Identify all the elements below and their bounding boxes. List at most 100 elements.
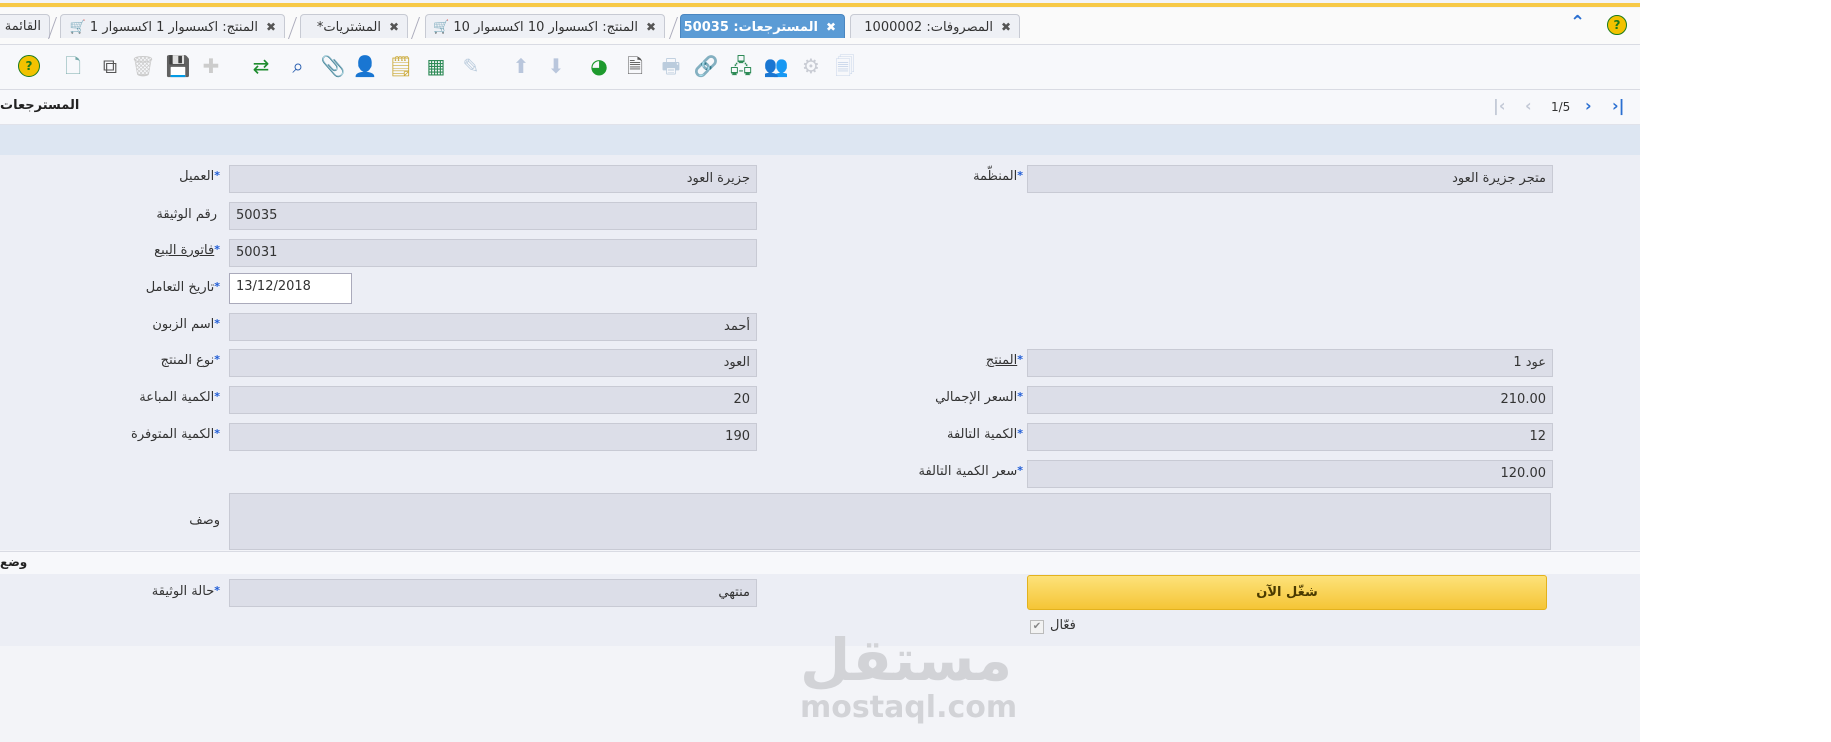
status-section-header[interactable]: وضع <box>0 551 1640 575</box>
tab-product-accessory-10[interactable]: ✖ المنتج: اكسسوار 10 اكسسوار 10 🛒 <box>425 14 665 38</box>
delete-icon[interactable]: 🗑 <box>130 53 156 79</box>
tab-label: المصروفات: 1000002 <box>864 20 993 35</box>
organization-label: *المنظّمة <box>973 169 1023 184</box>
required-marker: * <box>1017 464 1023 477</box>
accent-strip <box>0 3 1640 7</box>
tab-separator <box>668 17 679 39</box>
archive-icon[interactable]: 🗎 <box>622 53 648 79</box>
close-icon[interactable]: ✖ <box>389 20 399 34</box>
tab-label: المنتج: اكسسوار 1 اكسسوار 1 <box>89 20 258 35</box>
tab-separator <box>410 17 421 39</box>
document-no-field[interactable]: 50035 <box>229 202 757 230</box>
description-label: وصف <box>189 513 220 528</box>
app-window: القائمة ✖ المنتج: اكسسوار 1 اكسسوار 1 🛒 ✖… <box>0 0 1640 742</box>
required-marker: * <box>1017 390 1023 403</box>
watermark-arabic: مستقل <box>800 626 1013 694</box>
required-marker: * <box>214 169 220 182</box>
help-icon[interactable]: ? <box>1607 15 1627 35</box>
zoom-across-icon[interactable]: 🔗 <box>693 53 719 79</box>
client-field[interactable]: جزيرة العود <box>229 165 757 193</box>
run-now-button[interactable]: شغّل الآن <box>1027 575 1547 610</box>
tab-purchases[interactable]: ✖ المشتريات* <box>300 14 408 38</box>
last-record-icon[interactable]: ›| <box>1612 96 1624 115</box>
refresh-icon[interactable]: ⇄ <box>248 53 274 79</box>
previous-record-icon[interactable]: ‹ <box>1525 96 1532 115</box>
tab-label: القائمة <box>4 19 41 34</box>
qty-available-label: *الكمية المتوفرة <box>131 427 220 442</box>
qty-sold-label: *الكمية المباعة <box>139 390 220 405</box>
product-label[interactable]: *المنتج <box>986 353 1023 368</box>
workflow-icon[interactable]: 🖧 <box>728 53 754 79</box>
cart-icon: 🛒 <box>69 20 86 35</box>
header-band <box>0 125 1640 155</box>
tab-returns[interactable]: ✖ المسترجعات: 50035 <box>680 14 845 38</box>
required-marker: * <box>1017 169 1023 182</box>
tab-product-accessory-1[interactable]: ✖ المنتج: اكسسوار 1 اكسسوار 1 🛒 <box>60 14 285 38</box>
required-marker: * <box>1017 427 1023 440</box>
close-icon[interactable]: ✖ <box>266 20 276 34</box>
required-marker: * <box>214 584 220 597</box>
help-icon[interactable]: ? <box>18 55 40 77</box>
transaction-date-field[interactable]: 13/12/2018 <box>229 273 352 304</box>
customer-name-field[interactable]: أحمد <box>229 313 757 341</box>
copy-record-icon[interactable]: ⧉ <box>97 53 123 79</box>
attachment-icon[interactable]: 📎 <box>320 53 346 79</box>
tab-menu[interactable]: القائمة <box>0 14 50 38</box>
report-chart-icon[interactable]: ◕ <box>586 53 612 79</box>
invoice-field[interactable]: 50031 <box>229 239 757 267</box>
wand-icon[interactable]: ✎ <box>458 53 484 79</box>
customer-name-label: *اسم الزبون <box>152 317 220 332</box>
print-icon[interactable]: 🖶 <box>658 53 684 79</box>
required-marker: * <box>214 353 220 366</box>
grid-toggle-icon[interactable]: ▦ <box>423 53 449 79</box>
watermark: مستقل mostaql.com <box>800 626 1017 726</box>
product-type-field[interactable]: العود <box>229 349 757 377</box>
document-no-label: رقم الوثيقة <box>156 207 217 222</box>
total-price-field[interactable]: 210.00 <box>1027 386 1553 414</box>
arrow-down-icon[interactable]: ⬇ <box>543 53 569 79</box>
new-record-icon[interactable]: 🗋 <box>60 53 86 79</box>
close-icon[interactable]: ✖ <box>1001 20 1011 34</box>
next-record-icon[interactable]: › <box>1585 96 1592 115</box>
required-marker: * <box>214 243 220 256</box>
damaged-price-field[interactable]: 120.00 <box>1027 460 1553 488</box>
window-title: المسترجعات <box>0 98 80 113</box>
description-field[interactable] <box>229 493 1551 550</box>
section-label: وضع <box>0 555 28 569</box>
client-label: *العميل <box>179 169 220 184</box>
chat-icon[interactable]: 👤 <box>352 53 378 79</box>
arrow-up-icon[interactable]: ⬆ <box>508 53 534 79</box>
note-icon[interactable]: 🗒 <box>388 53 414 79</box>
close-icon[interactable]: ✖ <box>646 20 656 34</box>
qty-damaged-field[interactable]: 12 <box>1027 423 1553 451</box>
qty-sold-field[interactable]: 20 <box>229 386 757 414</box>
tab-bar: القائمة ✖ المنتج: اكسسوار 1 اكسسوار 1 🛒 ✖… <box>0 8 1640 45</box>
collapse-icon[interactable]: ⌃ <box>1570 12 1585 33</box>
required-marker: * <box>214 317 220 330</box>
search-icon[interactable]: ⌕ <box>285 53 311 79</box>
product-info-icon[interactable]: 🗐 <box>832 53 858 79</box>
toolbar: ? 🗋 ⧉ 🗑 💾 ✚ ⇄ ⌕ 📎 👤 🗒 ▦ ✎ ⬆ ⬇ ◕ 🗎 🖶 🔗 🖧 … <box>0 45 1640 90</box>
organization-field[interactable]: متجر جزيرة العود <box>1027 165 1553 193</box>
new-save-icon[interactable]: ✚ <box>198 53 224 79</box>
tab-separator <box>287 17 298 39</box>
document-status-label: *حالة الوثيقة <box>151 584 220 599</box>
total-price-label: *السعر الإجمالي <box>935 390 1023 405</box>
navigation-row: المسترجعات |‹ ‹ 1/5 › ›| <box>0 90 1640 125</box>
transaction-date-label: *تاريخ التعامل <box>145 280 220 295</box>
product-field[interactable]: عود 1 <box>1027 349 1553 377</box>
active-label: فعّال <box>1050 618 1076 633</box>
qty-available-field[interactable]: 190 <box>229 423 757 451</box>
process-icon[interactable]: ⚙ <box>798 53 824 79</box>
save-icon[interactable]: 💾 <box>165 53 191 79</box>
active-checkbox[interactable]: ✔ <box>1030 620 1044 634</box>
first-record-icon[interactable]: |‹ <box>1493 96 1505 115</box>
required-marker: * <box>214 280 220 293</box>
required-marker: * <box>1017 353 1023 366</box>
document-status-field[interactable]: منتهي <box>229 579 757 607</box>
required-marker: * <box>214 390 220 403</box>
request-icon[interactable]: 👥 <box>763 53 789 79</box>
invoice-label[interactable]: *فاتورة البيع <box>154 243 220 258</box>
close-icon[interactable]: ✖ <box>826 20 836 34</box>
tab-expenses[interactable]: ✖ المصروفات: 1000002 <box>850 14 1020 38</box>
